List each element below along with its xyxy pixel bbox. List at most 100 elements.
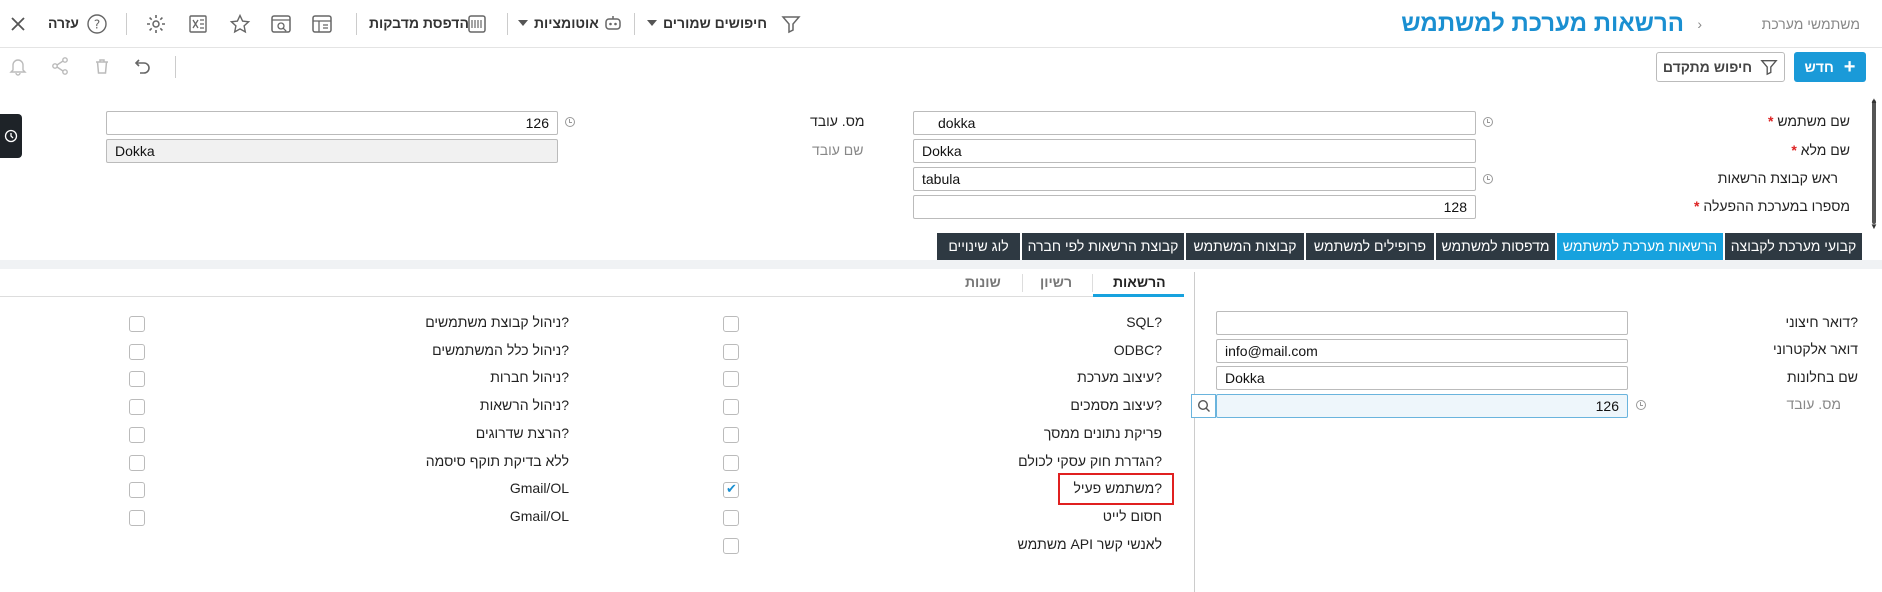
star-icon[interactable] — [227, 11, 253, 37]
employee-lookup-button[interactable] — [1191, 394, 1216, 418]
admin-permission-label: ניהול קבוצת משתמשים? — [425, 314, 569, 330]
permission-checkbox[interactable] — [723, 538, 739, 554]
history-clock-icon[interactable] — [565, 117, 575, 127]
trash-icon[interactable] — [89, 53, 115, 79]
permission-label: חסום לייט — [1102, 508, 1162, 524]
breadcrumb[interactable]: משתמשי מערכת — [1762, 16, 1860, 32]
scroll-up-icon[interactable]: ▲ — [1870, 96, 1878, 105]
scroll-down-icon[interactable]: ▼ — [1870, 222, 1878, 231]
op-number-field[interactable]: 128 — [913, 195, 1476, 219]
history-clock-icon[interactable] — [1636, 400, 1646, 410]
history-clock-icon[interactable] — [1483, 117, 1493, 127]
permission-checkbox[interactable] — [723, 427, 739, 443]
share-icon[interactable] — [47, 53, 73, 79]
svg-text:?: ? — [94, 18, 100, 32]
new-button[interactable]: חדש + — [1794, 52, 1866, 82]
employee-name-label: שם עובד — [812, 142, 864, 158]
admin-permission-checkbox[interactable] — [129, 399, 145, 415]
history-icon — [4, 129, 18, 143]
robot-icon[interactable] — [600, 11, 626, 37]
email-field[interactable]: info@mail.com — [1216, 339, 1628, 363]
permission-checkbox[interactable] — [723, 455, 739, 471]
tab-user-printers[interactable]: מדפסות למשתמש — [1436, 233, 1555, 260]
username-label: * שם משתמש — [1767, 113, 1850, 129]
help-icon[interactable]: ? — [84, 11, 110, 37]
subtab-misc[interactable]: שונות — [965, 274, 1001, 290]
admin-permission-label: Gmail/OL — [509, 508, 569, 524]
tab-group-constants[interactable]: קבועי מערכת לקבוצה — [1725, 233, 1862, 260]
breadcrumb-chevron-icon: › — [1697, 16, 1702, 32]
op-number-label: * מספרו במערכת ההפעלה — [1694, 198, 1850, 214]
admin-permission-checkbox[interactable] — [129, 427, 145, 443]
close-icon[interactable] — [5, 11, 31, 37]
divider — [356, 13, 357, 35]
username-field[interactable]: dokka — [913, 111, 1476, 135]
permission-checkbox[interactable] — [723, 399, 739, 415]
tab-user-permissions[interactable]: הרשאות מערכת למשתמש — [1557, 233, 1723, 260]
details-employee-no-field[interactable]: 126 — [1216, 394, 1628, 418]
admin-permission-label: Gmail/OL — [509, 480, 569, 496]
subtab-active-indicator — [1093, 294, 1184, 297]
admin-permission-checkbox[interactable] — [129, 482, 145, 498]
report-icon[interactable] — [309, 11, 335, 37]
bell-icon[interactable] — [5, 53, 31, 79]
subtabs-underline — [0, 296, 1184, 297]
gear-icon[interactable] — [143, 11, 169, 37]
filter-icon[interactable] — [778, 11, 804, 37]
permission-checkbox[interactable] — [723, 371, 739, 387]
tab-strip — [0, 260, 1882, 269]
fullname-field[interactable]: Dokka — [913, 139, 1476, 163]
permission-checkbox[interactable] — [723, 316, 739, 332]
excel-icon[interactable] — [185, 11, 211, 37]
tab-change-log[interactable]: לוג שינויים — [937, 233, 1020, 260]
subtab-separator — [1022, 274, 1023, 292]
email-label: דואר אלקטרוני — [1773, 341, 1858, 357]
permission-label: פריקת נתונים ממסך — [1043, 425, 1162, 441]
plus-icon: + — [1843, 56, 1856, 78]
group-head-field[interactable]: tabula — [913, 167, 1476, 191]
admin-permission-checkbox[interactable] — [129, 455, 145, 471]
divider — [126, 13, 127, 35]
automations-menu[interactable]: אוטומציות — [534, 15, 599, 31]
permission-checkbox[interactable] — [723, 344, 739, 360]
action-bar — [0, 48, 1882, 88]
panel-divider — [1194, 272, 1195, 592]
subtab-license[interactable]: רשיון — [1040, 274, 1072, 290]
window-name-label: שם בחלונות — [1786, 369, 1858, 385]
form-scrollbar[interactable] — [1872, 100, 1876, 224]
employee-no-field[interactable]: 126 — [106, 111, 558, 135]
fullname-label: * שם מלא — [1791, 142, 1850, 158]
history-clock-icon[interactable] — [1483, 174, 1493, 184]
subtab-permissions[interactable]: הרשאות — [1113, 274, 1166, 290]
label-print-button[interactable]: הדפסת מדבקות — [369, 15, 469, 31]
admin-permission-label: ניהול הרשאות? — [479, 397, 569, 413]
group-head-label: ראש קבוצת הרשאות — [1717, 170, 1838, 186]
permission-checkbox[interactable] — [723, 510, 739, 526]
advanced-search-label: חיפוש מתקדם — [1662, 59, 1753, 75]
admin-permission-checkbox[interactable] — [129, 344, 145, 360]
tab-user-groups[interactable]: קבוצות המשתמש — [1186, 233, 1304, 260]
employee-name-field: Dokka — [106, 139, 558, 163]
side-panel-toggle[interactable] — [0, 114, 22, 158]
advanced-search-button[interactable]: חיפוש מתקדם — [1656, 52, 1785, 82]
external-mail-field[interactable] — [1216, 311, 1628, 335]
permission-label: עיצוב מסמכים? — [1070, 397, 1162, 413]
divider — [634, 13, 635, 35]
undo-icon[interactable] — [130, 53, 156, 79]
admin-permission-checkbox[interactable] — [129, 510, 145, 526]
admin-permission-label: ללא בדיקת תוקף סיסמה — [425, 453, 569, 469]
saved-searches-caret-icon[interactable] — [647, 20, 657, 26]
tab-user-profiles[interactable]: פרופילים למשתמש — [1306, 233, 1434, 260]
permission-checkbox[interactable] — [723, 481, 739, 498]
permission-label: SQL? — [1126, 314, 1162, 330]
admin-permission-checkbox[interactable] — [129, 371, 145, 387]
tab-company-permission-groups[interactable]: קבוצת הרשאות לפי חברה — [1022, 233, 1184, 260]
external-mail-label: דואר חיצוני? — [1785, 314, 1858, 330]
top-bar: משתמשי מערכת › הרשאות מערכת למשתמש חיפוש… — [0, 0, 1882, 48]
window-name-field[interactable]: Dokka — [1216, 366, 1628, 390]
search-document-icon[interactable] — [268, 11, 294, 37]
admin-permission-checkbox[interactable] — [129, 316, 145, 332]
automations-caret-icon[interactable] — [518, 20, 528, 26]
saved-searches-menu[interactable]: חיפושים שמורים — [663, 15, 767, 31]
help-link[interactable]: עזרה — [48, 15, 79, 31]
